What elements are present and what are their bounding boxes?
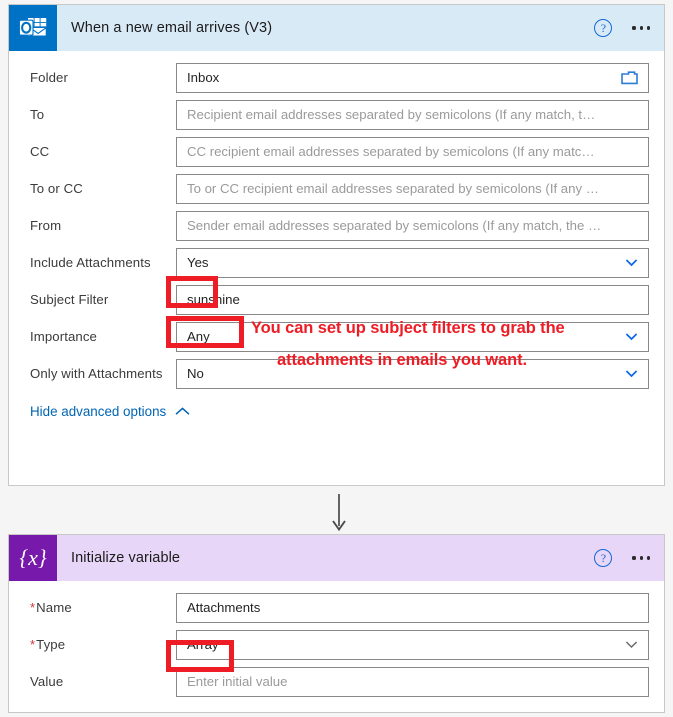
field-row-subject-filter: Subject Filter sunshine [9, 281, 664, 318]
action-card: {x} Initialize variable ? *Name Attachme… [8, 534, 665, 713]
flow-connector-arrow [330, 494, 348, 532]
outlook-icon [9, 5, 57, 51]
only-with-attachments-value: No [187, 366, 204, 381]
variable-icon-glyph: {x} [19, 545, 47, 570]
variable-icon: {x} [9, 535, 57, 581]
annotation-line-2: attachments in emails you want. [277, 351, 527, 369]
field-label-folder: Folder [30, 70, 68, 85]
field-label-to-or-cc: To or CC [30, 181, 83, 196]
field-label-include-attachments: Include Attachments [30, 255, 151, 270]
folder-input[interactable]: Inbox [176, 62, 649, 93]
field-label-subject-filter: Subject Filter [30, 292, 109, 307]
field-label-value: Value [30, 674, 64, 689]
field-row-value: Value Enter initial value [9, 663, 664, 700]
cc-value: CC recipient email addresses separated b… [187, 144, 595, 159]
trigger-card-title: When a new email arrives (V3) [71, 20, 273, 36]
to-or-cc-input[interactable]: To or CC recipient email addresses separ… [176, 173, 649, 204]
field-row-from: From Sender email addresses separated by… [9, 207, 664, 244]
to-input[interactable]: Recipient email addresses separated by s… [176, 99, 649, 130]
field-row-include-attachments: Include Attachments Yes [9, 244, 664, 281]
required-asterisk: * [30, 637, 36, 652]
field-label-to: To [30, 107, 45, 122]
variable-type-dropdown[interactable]: Array [176, 629, 649, 660]
field-label-name: *Name [30, 600, 176, 615]
trigger-card-header-actions: ? [594, 5, 652, 51]
folder-value: Inbox [187, 70, 220, 85]
subject-filter-value: sunshine [187, 292, 240, 307]
more-options-icon[interactable] [632, 26, 652, 30]
trigger-card-header[interactable]: When a new email arrives (V3) ? [9, 5, 664, 51]
more-options-icon[interactable] [632, 556, 652, 560]
chevron-down-icon[interactable] [625, 638, 638, 651]
field-row-folder: Folder Inbox [9, 59, 664, 96]
field-label-name-text: Name [36, 600, 72, 615]
chevron-down-icon[interactable] [625, 256, 638, 269]
trigger-card: When a new email arrives (V3) ? Folder I… [8, 4, 665, 486]
required-asterisk: * [30, 600, 36, 615]
field-label-type-text: Type [36, 637, 66, 652]
field-row-to-or-cc: To or CC To or CC recipient email addres… [9, 170, 664, 207]
action-card-body: *Name Attachments *Type Array Value Ente… [9, 589, 664, 700]
field-label-only-with-attachments: Only with Attachments [30, 366, 163, 381]
hide-advanced-options-link[interactable]: Hide advanced options [9, 392, 664, 435]
action-card-title: Initialize variable [71, 550, 181, 566]
annotation-line-1: You can set up subject filters to grab t… [251, 319, 565, 337]
to-or-cc-value: To or CC recipient email addresses separ… [187, 181, 599, 196]
cc-input[interactable]: CC recipient email addresses separated b… [176, 136, 649, 167]
to-value: Recipient email addresses separated by s… [187, 107, 596, 122]
variable-name-input[interactable]: Attachments [176, 592, 649, 623]
field-row-name: *Name Attachments [9, 589, 664, 626]
include-attachments-value: Yes [187, 255, 209, 270]
folder-picker-icon[interactable] [621, 70, 638, 85]
trigger-card-body: Folder Inbox To Recipient email addresse… [9, 59, 664, 435]
hide-advanced-options-label: Hide advanced options [30, 404, 167, 419]
from-value: Sender email addresses separated by semi… [187, 218, 602, 233]
variable-value-input[interactable]: Enter initial value [176, 666, 649, 697]
action-card-header-actions: ? [594, 535, 652, 581]
field-row-to: To Recipient email addresses separated b… [9, 96, 664, 133]
field-label-type: *Type [30, 637, 176, 652]
variable-value-placeholder: Enter initial value [187, 674, 288, 689]
variable-type-value: Array [187, 637, 219, 652]
help-icon[interactable]: ? [594, 19, 613, 37]
help-icon[interactable]: ? [594, 549, 613, 567]
field-label-importance: Importance [30, 329, 97, 344]
include-attachments-dropdown[interactable]: Yes [176, 247, 649, 278]
field-label-cc: CC [30, 144, 50, 159]
variable-name-value: Attachments [187, 600, 261, 615]
action-card-header[interactable]: {x} Initialize variable ? [9, 535, 664, 581]
chevron-up-icon[interactable] [175, 404, 190, 419]
importance-value: Any [187, 329, 210, 344]
field-row-type: *Type Array [9, 626, 664, 663]
subject-filter-input[interactable]: sunshine [176, 284, 649, 315]
from-input[interactable]: Sender email addresses separated by semi… [176, 210, 649, 241]
field-row-cc: CC CC recipient email addresses separate… [9, 133, 664, 170]
field-label-from: From [30, 218, 62, 233]
chevron-down-icon[interactable] [625, 367, 638, 380]
chevron-down-icon[interactable] [625, 330, 638, 343]
